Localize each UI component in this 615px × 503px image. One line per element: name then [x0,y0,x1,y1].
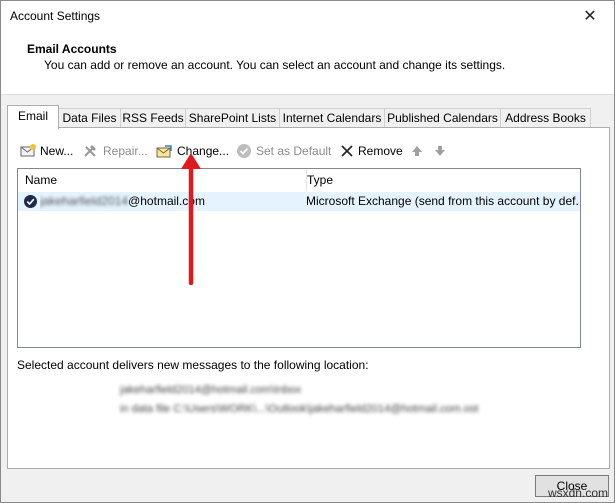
set-as-default-button[interactable]: Set as Default [236,143,331,159]
remove-label: Remove [358,144,403,158]
table-row[interactable]: jakeharfield2014@hotmail.com Microsoft E… [18,192,580,211]
delivery-location-label: Selected account delivers new messages t… [17,358,369,372]
header-title: Email Accounts [27,42,117,56]
change-account-icon [156,144,172,157]
set-as-default-label: Set as Default [256,144,332,158]
watermark: wsxdn.com [547,486,608,500]
remove-button[interactable]: Remove [340,143,403,159]
new-button[interactable]: New... [20,143,73,159]
column-header-type[interactable]: Type [307,169,580,191]
tab-published-calendars[interactable]: Published Calendars [384,108,501,128]
move-down-button[interactable] [434,143,446,159]
tab-address-books[interactable]: Address Books [500,108,591,128]
close-icon[interactable]: ✕ [578,5,602,27]
tab-rss-feeds[interactable]: RSS Feeds [120,108,186,128]
tools-icon [84,145,96,157]
delivery-location-inbox: jakeharfield2014@hotmail.com\Inbox [120,384,302,396]
arrow-down-icon [435,146,445,156]
tab-email[interactable]: Email [7,105,59,129]
delivery-location-datafile: in data file C:\Users\WORK\...\Outlook\j… [120,403,479,415]
column-header-name[interactable]: Name [18,169,307,191]
tab-data-files[interactable]: Data Files [58,108,121,128]
account-name-blurred: jakeharfield2014 [40,194,129,208]
new-label: New... [40,144,74,158]
move-up-button[interactable] [411,143,423,159]
new-account-icon [20,144,36,157]
header-section: Email Accounts You can add or remove an … [1,33,614,95]
remove-x-icon [341,145,353,157]
header-description: You can add or remove an account. You ca… [44,58,506,72]
column-header-type-label: Type [307,173,334,187]
accounts-list[interactable]: Name Type jakeharfield2014@hotmail.com M… [17,168,581,348]
tab-sharepoint-lists[interactable]: SharePoint Lists [185,108,280,128]
email-tab-panel: New... Repair... Change... Set as Defaul… [7,127,610,469]
tab-internet-calendars[interactable]: Internet Calendars [279,108,385,128]
window-title: Account Settings [10,9,101,23]
repair-button[interactable]: Repair... [83,143,148,159]
arrow-up-icon [412,146,422,156]
account-settings-window: Account Settings ✕ Email Accounts You ca… [0,0,615,503]
annotation-arrow-icon [181,153,201,285]
account-type-cell: Microsoft Exchange (send from this accou… [306,194,578,208]
default-account-check-icon [24,195,37,208]
checkmark-circle-icon [237,144,251,158]
repair-label: Repair... [103,144,148,158]
title-bar: Account Settings ✕ [1,1,614,33]
